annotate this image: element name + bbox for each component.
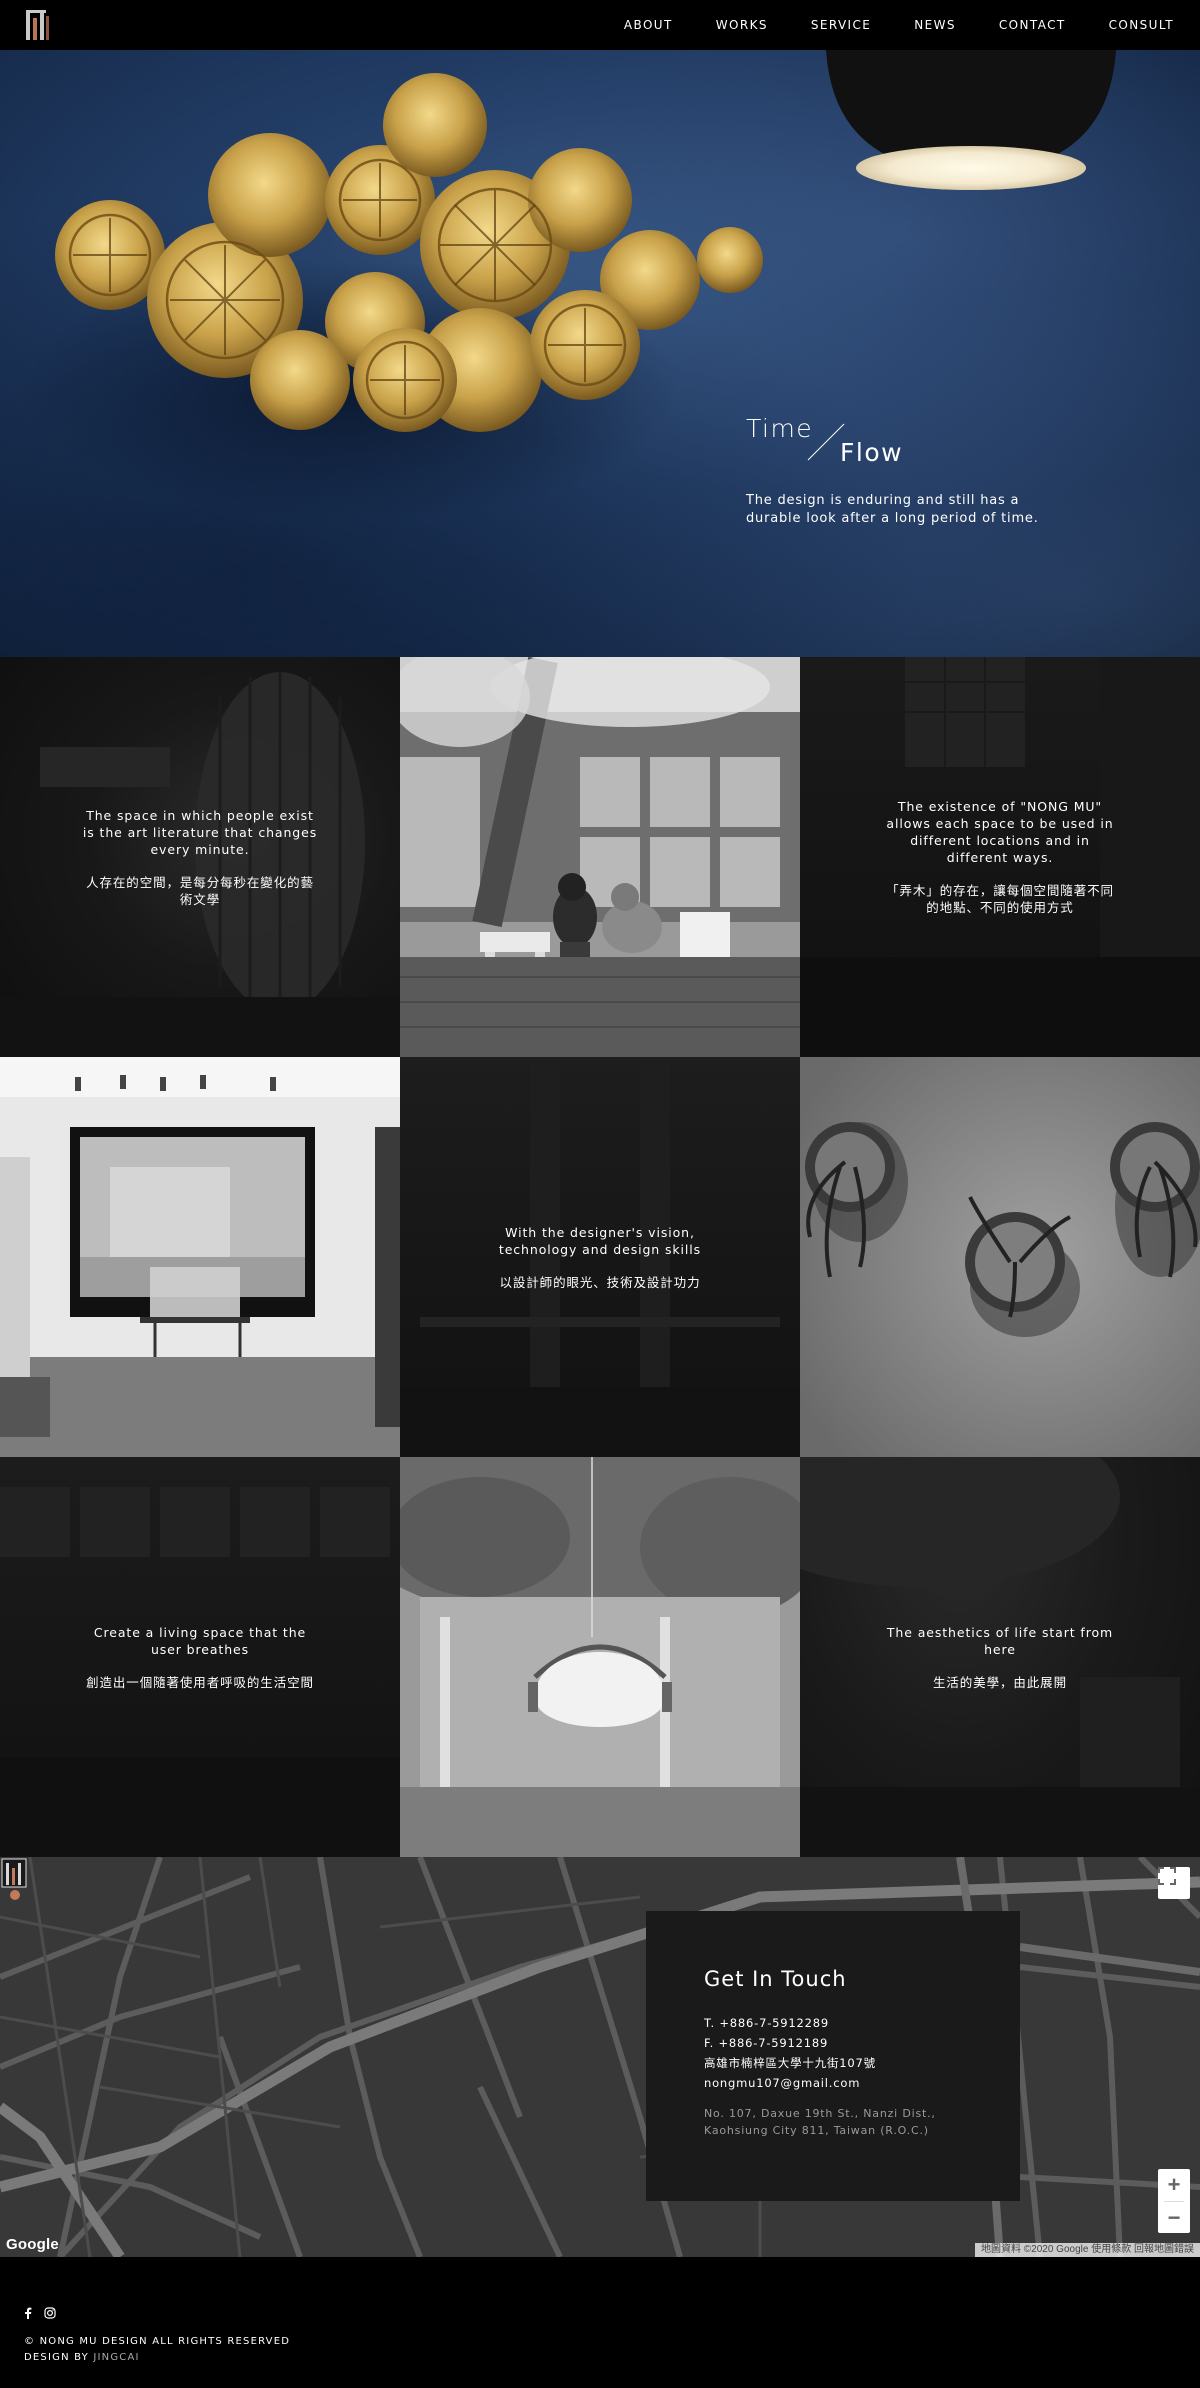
nav-service[interactable]: SERVICE	[811, 18, 871, 32]
pendant-lamp-image	[826, 50, 1116, 190]
pendant-lamp-photo	[400, 1457, 800, 1857]
contact-card: Get In Touch T. +886-7-5912289 F. +886-7…	[646, 1911, 1020, 2201]
grid-copy-5-zh: 以設計師的眼光、技術及設計功力	[499, 1274, 701, 1290]
design-credit-link[interactable]: JINGCAI	[93, 2352, 139, 2363]
grid-copy-1: The space in which people exist is the a…	[80, 807, 320, 908]
grid-copy-1-en: The space in which people exist is the a…	[82, 807, 318, 857]
grid-copy-1-zh: 人存在的空間，是每分每秒在變化的藝術文學	[86, 874, 314, 907]
footer-copyright-block: © NONG MU DESIGN ALL RIGHTS RESERVED DES…	[24, 2334, 290, 2366]
grid-text-tile-1[interactable]: The space in which people exist is the a…	[0, 657, 400, 1057]
grid-copy-3: The existence of "NONG MU" allows each s…	[880, 798, 1120, 916]
wall-planters-photo	[800, 1057, 1200, 1457]
contact-title: Get In Touch	[704, 1967, 847, 1991]
site-header: ABOUT WORKS SERVICE NEWS CONTACT CONSULT	[0, 0, 1200, 50]
nav-news[interactable]: NEWS	[914, 18, 956, 32]
nav-works[interactable]: WORKS	[716, 18, 768, 32]
design-credit: DESIGN BY JINGCAI	[24, 2350, 290, 2366]
site-footer: © NONG MU DESIGN ALL RIGHTS RESERVED DES…	[0, 2257, 1200, 2388]
grid-photo-pendant-lamp[interactable]	[400, 1457, 800, 1857]
grid-copy-5-en: With the designer's vision, technology a…	[498, 1224, 702, 1257]
grid-copy-7-zh: 創造出一個隨著使用者呼吸的生活空間	[86, 1674, 314, 1690]
design-credit-label: DESIGN BY	[24, 2352, 89, 2363]
facebook-icon[interactable]	[24, 2307, 32, 2319]
grid-copy-5: With the designer's vision, technology a…	[480, 1224, 720, 1291]
hero-word-flow: Flow	[840, 438, 904, 467]
grid-photo-showroom[interactable]	[0, 1057, 400, 1457]
contact-address-en: No. 107, Daxue 19th St., Nanzi Dist., Ka…	[704, 2105, 1020, 2139]
google-logo[interactable]: Google	[6, 2236, 59, 2253]
copyright-text: © NONG MU DESIGN ALL RIGHTS RESERVED	[24, 2336, 291, 2347]
grid-text-tile-5[interactable]: With the designer's vision, technology a…	[400, 1057, 800, 1457]
showroom-photo	[0, 1057, 400, 1457]
grid-copy-3-en: The existence of "NONG MU" allows each s…	[886, 799, 1114, 865]
hero-banner: Time Flow The design is enduring and sti…	[0, 50, 1200, 657]
contact-address-en-line-1: No. 107, Daxue 19th St., Nanzi Dist.,	[704, 2107, 936, 2120]
contact-address-zh: 高雄市楠梓區大學十九街107號	[704, 2056, 876, 2070]
grid-photo-woman-dog[interactable]	[400, 657, 800, 1057]
grid-photo-wall-planters[interactable]	[800, 1057, 1200, 1457]
contact-phone[interactable]: T. +886-7-5912289	[704, 2013, 1020, 2033]
hero-word-time: Time	[746, 414, 814, 443]
grid-copy-7-en: Create a living space that the user brea…	[93, 1624, 307, 1657]
nongmu-logo[interactable]	[24, 8, 52, 42]
zoom-out-button[interactable]: −	[1158, 2202, 1190, 2234]
gold-lotus-sculpture-image	[20, 73, 763, 520]
grid-copy-9-en: The aesthetics of life start from here	[886, 1624, 1114, 1657]
grid-copy-7: Create a living space that the user brea…	[80, 1624, 320, 1691]
nav-consult[interactable]: CONSULT	[1109, 18, 1174, 32]
contact-address-en-line-2: Kaohsiung City 811, Taiwan (R.O.C.)	[704, 2124, 929, 2137]
grid-copy-9: The aesthetics of life start from here 生…	[880, 1624, 1120, 1691]
nav-contact[interactable]: CONTACT	[999, 18, 1066, 32]
map-zoom-control: + −	[1158, 2169, 1190, 2233]
grid-text-tile-3[interactable]: The existence of "NONG MU" allows each s…	[800, 657, 1200, 1057]
woman-dog-photo	[400, 657, 800, 1057]
grid-text-tile-7[interactable]: Create a living space that the user brea…	[0, 1457, 400, 1857]
hero-description: The design is enduring and still has a d…	[746, 493, 1039, 526]
social-links	[24, 2307, 56, 2319]
grid-copy-9-zh: 生活的美學，由此展開	[932, 1674, 1067, 1690]
grid-text-tile-9[interactable]: The aesthetics of life start from here 生…	[800, 1457, 1200, 1857]
zoom-in-button[interactable]: +	[1158, 2169, 1190, 2201]
map-location-marker[interactable]	[0, 1857, 30, 1901]
main-nav: ABOUT WORKS SERVICE NEWS CONTACT CONSULT	[581, 0, 1174, 50]
location-map[interactable]: Get In Touch T. +886-7-5912289 F. +886-7…	[0, 1857, 1200, 2257]
project-grid: The space in which people exist is the a…	[0, 657, 1200, 1857]
contact-email[interactable]: nongmu107@gmail.com	[704, 2073, 1020, 2093]
instagram-icon[interactable]	[44, 2307, 56, 2319]
contact-fax: F. +886-7-5912189	[704, 2036, 829, 2050]
fullscreen-icon	[1158, 1867, 1176, 1885]
nav-about[interactable]: ABOUT	[624, 18, 673, 32]
grid-copy-3-zh: 「弄木」的存在，讓每個空間隨著不同的地點、不同的使用方式	[886, 883, 1114, 915]
map-attribution[interactable]: 地圖資料 ©2020 Google 使用條款 回報地圖錯誤	[975, 2243, 1200, 2257]
map-fullscreen-button[interactable]	[1158, 1867, 1190, 1899]
map-streets	[0, 1857, 1200, 2257]
